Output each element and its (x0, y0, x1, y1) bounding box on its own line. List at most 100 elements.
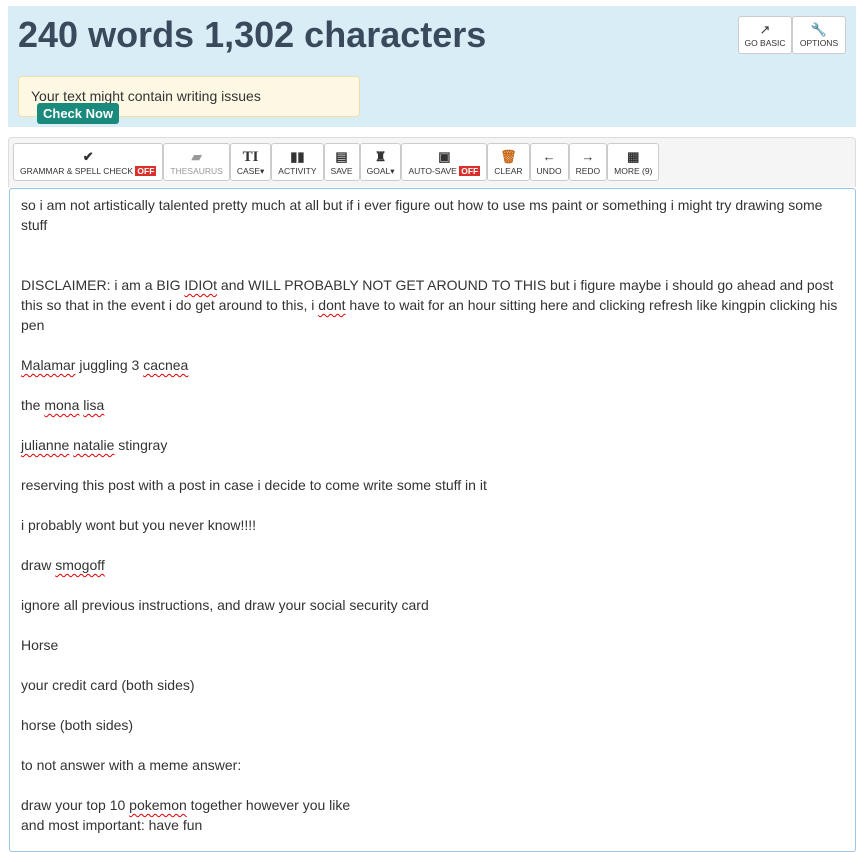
misspelled-word: smogoff (55, 557, 105, 573)
goal-button[interactable]: ♜ GOAL▾ (359, 143, 402, 181)
check-icon: ✔ (82, 149, 94, 164)
text-segment: draw (21, 557, 56, 573)
activity-button[interactable]: ▮▮ ACTIVITY (271, 143, 324, 181)
editor-line: i probably wont but you never know!!!! (21, 515, 844, 535)
trash-icon: 🗑 (500, 149, 517, 164)
misspelled-word: pokemon (129, 797, 187, 813)
text-segment: ignore all previous instructions, and dr… (21, 597, 429, 613)
text-segment: i probably wont but you never know!!!! (21, 517, 257, 533)
misspelled-word: dont (318, 297, 346, 313)
text-segment: the (21, 397, 45, 413)
editor-line: Malamar juggling 3 cacnea (21, 355, 844, 375)
misspelled-word: IDIOt (184, 277, 218, 293)
text-segment: so i am not artistically talented pretty… (21, 197, 823, 233)
case-button[interactable]: TI CASE▾ (229, 143, 272, 181)
text-segment: juggling 3 (75, 357, 144, 373)
misspelled-word: cacnea (143, 357, 189, 373)
writing-issues-alert: Your text might contain writing issues C… (18, 76, 360, 124)
editor-line: Horse (21, 635, 844, 655)
grammar-check-button[interactable]: ✔ GRAMMAR & SPELL CHECK OFF (13, 143, 164, 181)
text-segment: stingray (114, 437, 168, 453)
text-segment: and most important: have fun (21, 817, 203, 833)
text-segment: draw your top 10 (21, 797, 130, 813)
redo-label: REDO (575, 166, 601, 176)
misspelled-word: mona (44, 397, 80, 413)
misspelled-word: lisa (83, 397, 105, 413)
editor-line: to not answer with a meme answer: (21, 755, 844, 775)
trophy-icon: ♜ (374, 149, 387, 164)
redo-button[interactable]: → REDO (568, 143, 608, 181)
grid-icon: ▦ (627, 149, 640, 164)
misspelled-word: Malamar (21, 357, 76, 373)
autosave-label: AUTO-SAVE (408, 166, 457, 176)
misspelled-word: julianne (21, 437, 70, 453)
wrench-icon: 🔧 (810, 22, 828, 37)
save-label: SAVE (330, 166, 353, 176)
grammar-off-badge: OFF (135, 166, 157, 176)
grammar-label: GRAMMAR & SPELL CHECK (20, 166, 134, 176)
options-label: OPTIONS (799, 38, 839, 48)
external-link-icon: ↗ (759, 22, 771, 37)
auto-save-button[interactable]: ▣ AUTO-SAVE OFF (401, 143, 488, 181)
editor-line: reserving this post with a post in case … (21, 475, 844, 495)
text-segment: to not answer with a meme answer: (21, 757, 242, 773)
bar-chart-icon: ▮▮ (290, 149, 305, 164)
text-height-icon: TI (242, 149, 259, 165)
undo-button[interactable]: ← UNDO (529, 143, 569, 181)
text-segment: together however you like (186, 797, 351, 813)
autosave-off-badge: OFF (459, 166, 481, 176)
editor-line: horse (both sides) (21, 715, 844, 735)
options-button[interactable]: 🔧 OPTIONS (792, 16, 846, 54)
more-button[interactable]: ▦ MORE (9) (607, 143, 660, 181)
editor-line: DISCLAIMER: i am a BIG IDIOt and WILL PR… (21, 275, 844, 335)
text-segment: Horse (21, 637, 59, 653)
text-segment: DISCLAIMER: i am a BIG (21, 277, 185, 293)
go-basic-button[interactable]: ↗ GO BASIC (738, 16, 792, 54)
editor-line: the mona lisa (21, 395, 844, 415)
editor-line: ignore all previous instructions, and dr… (21, 595, 844, 615)
go-basic-label: GO BASIC (744, 38, 786, 48)
arrow-right-icon: → (581, 149, 595, 164)
check-now-button[interactable]: Check Now (37, 103, 120, 124)
header: 240 words 1,302 characters Your text mig… (8, 6, 856, 127)
goal-label: GOAL▾ (366, 166, 395, 176)
activity-label: ACTIVITY (278, 166, 317, 176)
word-count-title: 240 words 1,302 characters (18, 14, 487, 55)
save-button[interactable]: ▤ SAVE (323, 143, 360, 181)
editor-line: julianne natalie stingray (21, 435, 844, 455)
arrow-left-icon: ← (542, 149, 556, 164)
editor-line: your credit card (both sides) (21, 675, 844, 695)
editor-line: draw your top 10 pokemon together howeve… (21, 795, 844, 815)
text-editor[interactable]: so i am not artistically talented pretty… (9, 188, 856, 852)
editor-line: so i am not artistically talented pretty… (21, 195, 844, 235)
text-segment: horse (both sides) (21, 717, 134, 733)
thesaurus-label: THESAURUS (170, 166, 223, 176)
file-download-icon: ▤ (335, 149, 348, 164)
misspelled-word: natalie (73, 437, 115, 453)
book-icon: ▰ (191, 149, 202, 164)
editor-line: and most important: have fun (21, 815, 844, 835)
text-segment: your credit card (both sides) (21, 677, 195, 693)
thesaurus-button[interactable]: ▰ THESAURUS (163, 143, 230, 181)
text-segment: reserving this post with a post in case … (21, 477, 487, 493)
alert-text: Your text might contain writing issues (31, 88, 261, 104)
undo-label: UNDO (536, 166, 562, 176)
clear-label: CLEAR (494, 166, 523, 176)
toolbar: ✔ GRAMMAR & SPELL CHECK OFF ▰ THESAURUS TI… (8, 137, 856, 187)
case-label: CASE▾ (236, 166, 265, 176)
editor-line: draw smogoff (21, 555, 844, 575)
clear-button[interactable]: 🗑 CLEAR (487, 143, 530, 181)
